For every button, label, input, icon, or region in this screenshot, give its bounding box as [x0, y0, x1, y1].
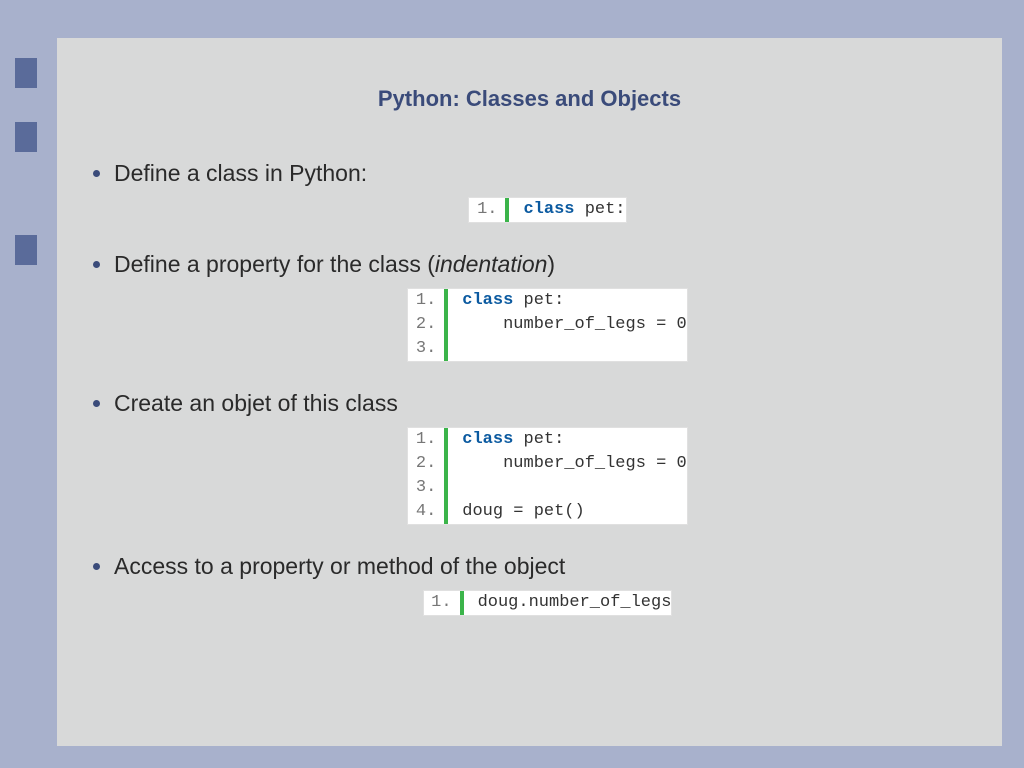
code-line: 4.doug = pet(): [408, 500, 686, 524]
bullet-item: Create an objet of this class 1.class pet…: [93, 390, 1002, 539]
slide: Python: Classes and Objects Define a cla…: [57, 38, 1002, 746]
bullet-dot-icon: [93, 170, 100, 177]
accent-bar-3: [15, 235, 37, 265]
accent-bar-1: [15, 58, 37, 88]
bullet-dot-icon: [93, 563, 100, 570]
code-text: class pet:: [448, 289, 564, 313]
code-text: class pet:: [448, 428, 564, 452]
line-number: 1.: [469, 198, 505, 222]
code-block: 1.doug.number_of_legs: [423, 590, 673, 616]
bullet-item: Access to a property or method of the ob…: [93, 553, 1002, 630]
bullet-list: Define a class in Python:1.class pet:Def…: [57, 160, 1002, 630]
bullet-text: Create an objet of this class: [114, 390, 398, 417]
bullet-row: Access to a property or method of the ob…: [93, 553, 1002, 580]
bullet-text: Define a property for the class (indenta…: [114, 251, 555, 278]
line-number: 4.: [408, 500, 444, 524]
code-block: 1.class pet:: [468, 197, 626, 223]
line-number: 1.: [408, 289, 444, 313]
code-block: 1.class pet:2. number_of_legs = 03.4.dou…: [407, 427, 687, 525]
code-line: 1.doug.number_of_legs: [424, 591, 672, 615]
bullet-text: Define a class in Python:: [114, 160, 367, 187]
bullet-row: Define a class in Python:: [93, 160, 1002, 187]
code-text: number_of_legs = 0: [448, 313, 686, 337]
line-number: 1.: [424, 591, 460, 615]
slide-title: Python: Classes and Objects: [57, 86, 1002, 112]
bullet-row: Create an objet of this class: [93, 390, 1002, 417]
code-text: [448, 476, 462, 500]
bullet-item: Define a class in Python: 1.class pet:: [93, 160, 1002, 237]
bullet-dot-icon: [93, 400, 100, 407]
code-line: 2. number_of_legs = 0: [408, 452, 686, 476]
code-text: doug = pet(): [448, 500, 584, 524]
code-text: number_of_legs = 0: [448, 452, 686, 476]
code-line: 1.class pet:: [408, 428, 686, 452]
code-line: 3.: [408, 476, 686, 500]
code-line: 1.class pet:: [469, 198, 625, 222]
bullet-item: Define a property for the class (indenta…: [93, 251, 1002, 376]
code-text: doug.number_of_legs: [464, 591, 672, 615]
bullet-row: Define a property for the class (indenta…: [93, 251, 1002, 278]
code-line: 1.class pet:: [408, 289, 686, 313]
line-number: 2.: [408, 452, 444, 476]
code-text: [448, 337, 462, 361]
code-block: 1.class pet:2. number_of_legs = 03.: [407, 288, 687, 362]
code-line: 3.: [408, 337, 686, 361]
line-number: 1.: [408, 428, 444, 452]
bullet-text: Access to a property or method of the ob…: [114, 553, 565, 580]
line-number: 3.: [408, 337, 444, 361]
code-text: class pet:: [509, 198, 625, 222]
bullet-dot-icon: [93, 261, 100, 268]
line-number: 2.: [408, 313, 444, 337]
accent-bar-2: [15, 122, 37, 152]
line-number: 3.: [408, 476, 444, 500]
code-line: 2. number_of_legs = 0: [408, 313, 686, 337]
